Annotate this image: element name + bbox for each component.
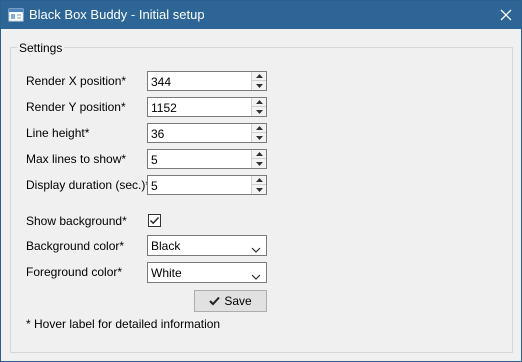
spin-down-icon[interactable] — [252, 81, 266, 90]
max-lines-spinner[interactable] — [251, 150, 266, 168]
line-height-value: 36 — [151, 127, 165, 141]
window-title: Black Box Buddy - Initial setup — [29, 7, 205, 22]
render-y-value: 1152 — [151, 101, 177, 115]
spin-down-icon[interactable] — [252, 107, 266, 116]
render-y-input[interactable]: 1152 — [147, 97, 267, 117]
close-button[interactable] — [491, 1, 521, 29]
max-lines-label[interactable]: Max lines to show* — [26, 152, 126, 166]
show-background-label[interactable]: Show background* — [26, 214, 127, 228]
spin-up-icon[interactable] — [252, 72, 266, 81]
render-x-spinner[interactable] — [251, 72, 266, 90]
spin-down-icon[interactable] — [252, 185, 266, 194]
background-color-select[interactable]: Black — [147, 235, 267, 256]
setup-window: Black Box Buddy - Initial setup Settings… — [0, 0, 522, 362]
save-button-label: Save — [224, 294, 252, 308]
line-height-label[interactable]: Line height* — [26, 126, 89, 140]
render-x-label[interactable]: Render X position* — [26, 74, 126, 88]
chevron-down-icon[interactable] — [251, 269, 261, 283]
spin-up-icon[interactable] — [252, 98, 266, 107]
settings-group-label: Settings — [17, 41, 65, 55]
display-duration-spinner[interactable] — [251, 176, 266, 194]
checkmark-icon — [150, 217, 160, 225]
render-x-input[interactable]: 344 — [147, 71, 267, 91]
show-background-checkbox[interactable] — [148, 214, 161, 227]
max-lines-input[interactable]: 5 — [147, 149, 267, 169]
render-y-spinner[interactable] — [251, 98, 266, 116]
hover-note: * Hover label for detailed information — [26, 317, 221, 331]
render-y-label[interactable]: Render Y position* — [26, 100, 126, 114]
spin-up-icon[interactable] — [252, 150, 266, 159]
foreground-color-select[interactable]: White — [147, 262, 267, 283]
render-x-value: 344 — [151, 75, 172, 89]
title-bar[interactable]: Black Box Buddy - Initial setup — [1, 1, 521, 29]
save-button[interactable]: Save — [194, 290, 267, 312]
spin-down-icon[interactable] — [252, 133, 266, 142]
spin-up-icon[interactable] — [252, 176, 266, 185]
spin-up-icon[interactable] — [252, 124, 266, 133]
chevron-down-icon[interactable] — [251, 242, 261, 256]
spin-down-icon[interactable] — [252, 159, 266, 168]
app-icon — [8, 7, 24, 23]
max-lines-value: 5 — [151, 153, 158, 167]
line-height-input[interactable]: 36 — [147, 123, 267, 143]
foreground-color-label[interactable]: Foreground color* — [26, 265, 122, 279]
close-icon — [500, 9, 512, 21]
background-color-value: Black — [151, 239, 181, 253]
foreground-color-value: White — [151, 266, 182, 280]
background-color-label[interactable]: Background color* — [26, 239, 124, 253]
display-duration-label[interactable]: Display duration (sec.)* — [26, 178, 150, 192]
line-height-spinner[interactable] — [251, 124, 266, 142]
display-duration-value: 5 — [151, 179, 158, 193]
display-duration-input[interactable]: 5 — [147, 175, 267, 195]
checkmark-icon — [209, 296, 221, 306]
